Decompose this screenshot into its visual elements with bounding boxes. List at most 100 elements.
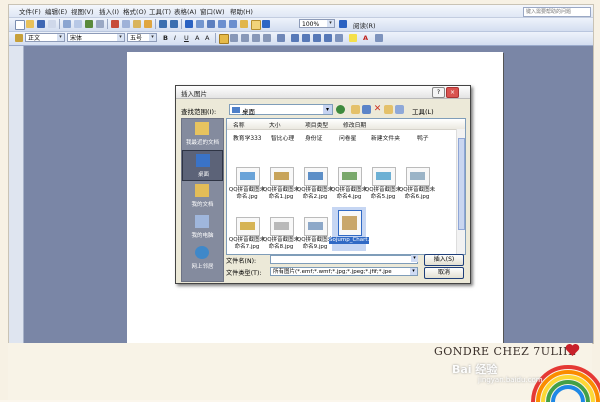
- menu-window[interactable]: 窗口(W): [200, 6, 225, 16]
- bullets-icon[interactable]: [302, 34, 310, 42]
- format-painter-icon[interactable]: [144, 20, 152, 28]
- cut-icon[interactable]: [111, 20, 119, 28]
- insert-excel-icon[interactable]: [218, 20, 226, 28]
- research-icon[interactable]: [96, 20, 104, 28]
- tables-borders-icon[interactable]: [196, 20, 204, 28]
- bold-icon[interactable]: B: [163, 34, 168, 42]
- column-header-date[interactable]: 修改日期: [343, 120, 366, 129]
- lookin-combo[interactable]: 桌面 ▾: [229, 104, 333, 116]
- columns-icon[interactable]: [229, 20, 237, 28]
- redo-icon[interactable]: [170, 20, 178, 28]
- menu-view[interactable]: 视图(V): [71, 6, 94, 16]
- hyperlink-icon[interactable]: [185, 20, 193, 28]
- menu-insert[interactable]: 插入(I): [99, 6, 119, 16]
- char-border-icon[interactable]: A: [195, 34, 199, 42]
- column-header-type[interactable]: 项目类型: [305, 120, 328, 129]
- menu-edit[interactable]: 编辑(E): [45, 6, 67, 16]
- help-icon[interactable]: [339, 20, 347, 28]
- back-icon[interactable]: [336, 105, 345, 114]
- up-folder-icon[interactable]: [351, 105, 360, 114]
- help-icon[interactable]: ?: [432, 87, 445, 98]
- chevron-down-icon[interactable]: ▾: [323, 105, 332, 114]
- print-icon[interactable]: [63, 20, 71, 28]
- show-hide-icon[interactable]: [262, 20, 270, 28]
- file-list[interactable]: 名称 大小 项目类型 修改日期 教育学333 智比心理 身份证 问卷星 新建文件…: [226, 118, 466, 255]
- undo-icon[interactable]: [159, 20, 167, 28]
- folder-item[interactable]: 身份证: [305, 133, 322, 142]
- scrollbar-thumb[interactable]: [458, 138, 465, 230]
- dialog-titlebar[interactable]: 插入图片 ? ×: [176, 86, 470, 99]
- align-left-icon[interactable]: [219, 34, 229, 44]
- chevron-down-icon[interactable]: ▾: [410, 268, 417, 275]
- align-right-icon[interactable]: [241, 34, 249, 42]
- zoom-combo[interactable]: 100% ▾: [299, 19, 335, 28]
- paste-icon[interactable]: [133, 20, 141, 28]
- increase-indent-icon[interactable]: [324, 34, 332, 42]
- tools-menu[interactable]: 工具(L): [412, 106, 434, 116]
- new-icon[interactable]: [15, 20, 25, 30]
- folder-item[interactable]: 鸭子: [417, 133, 429, 142]
- style-combo[interactable]: 正文 ▾: [25, 33, 65, 42]
- chevron-down-icon[interactable]: ▾: [117, 34, 124, 41]
- styles-icon[interactable]: [15, 34, 23, 42]
- folder-item[interactable]: 智比心理: [271, 133, 294, 142]
- spelling-icon[interactable]: [85, 20, 93, 28]
- permission-icon[interactable]: [48, 20, 56, 28]
- menu-tools[interactable]: 工具(T): [149, 6, 171, 16]
- align-center-icon[interactable]: [230, 34, 238, 42]
- read-mode-button[interactable]: 阅读(R): [353, 20, 376, 30]
- copy-icon[interactable]: [122, 20, 130, 28]
- column-header-name[interactable]: 名称: [233, 120, 245, 129]
- font-size-combo[interactable]: 五号 ▾: [127, 33, 157, 42]
- line-spacing-icon[interactable]: [277, 34, 285, 42]
- place-network[interactable]: 网上邻居: [182, 243, 223, 274]
- place-recent[interactable]: 我最近的文档: [182, 119, 223, 150]
- cancel-button[interactable]: 取消: [424, 267, 464, 279]
- filetype-select[interactable]: 所有图片(*.emf;*.wmf;*.jpg;*.jpeg;*.jfif;*.j…: [270, 267, 418, 276]
- views-icon[interactable]: [395, 105, 404, 114]
- menu-table[interactable]: 表格(A): [174, 6, 197, 16]
- highlight-icon[interactable]: [349, 34, 357, 42]
- font-color-icon[interactable]: A: [363, 34, 368, 42]
- insert-table-icon[interactable]: [207, 20, 215, 28]
- vertical-scrollbar[interactable]: [456, 129, 465, 254]
- filename-input[interactable]: [270, 255, 418, 264]
- distributed-icon[interactable]: [263, 34, 271, 42]
- menu-help[interactable]: 帮助(H): [230, 6, 253, 16]
- my-documents-icon: [195, 184, 209, 197]
- place-my-computer[interactable]: 我的电脑: [182, 212, 223, 243]
- insert-button[interactable]: 插入(S): [424, 254, 464, 266]
- numbering-icon[interactable]: [291, 34, 299, 42]
- place-desktop[interactable]: 桌面: [182, 150, 223, 181]
- search-web-icon[interactable]: [362, 105, 371, 114]
- menu-file[interactable]: 文件(F): [19, 6, 41, 16]
- chevron-down-icon[interactable]: ▾: [149, 34, 156, 41]
- italic-icon[interactable]: I: [174, 34, 176, 42]
- file-item-selected[interactable]: Sojump_Chart.jpg: [329, 207, 378, 251]
- border-icon[interactable]: [335, 34, 343, 42]
- save-icon[interactable]: [37, 20, 45, 28]
- document-map-icon[interactable]: [251, 20, 261, 30]
- preview-icon[interactable]: [74, 20, 82, 28]
- menu-format[interactable]: 格式(O): [123, 6, 146, 16]
- justify-icon[interactable]: [252, 34, 260, 42]
- folder-item[interactable]: 新建文件夹: [371, 133, 400, 142]
- new-folder-icon[interactable]: [384, 105, 393, 114]
- font-combo[interactable]: 宋体 ▾: [67, 33, 125, 42]
- phonetic-icon[interactable]: [375, 34, 383, 42]
- delete-icon[interactable]: ✕: [373, 105, 382, 114]
- underline-icon[interactable]: U: [184, 34, 189, 42]
- place-my-documents[interactable]: 我的文档: [182, 181, 223, 212]
- open-icon[interactable]: [26, 20, 34, 28]
- folder-item[interactable]: 教育学333: [233, 133, 261, 142]
- chevron-down-icon[interactable]: ▾: [327, 20, 334, 27]
- column-header-size[interactable]: 大小: [269, 120, 281, 129]
- folder-item[interactable]: 问卷星: [339, 133, 356, 142]
- char-shading-icon[interactable]: A: [205, 34, 209, 42]
- decrease-indent-icon[interactable]: [313, 34, 321, 42]
- drawing-icon[interactable]: [240, 20, 248, 28]
- help-question-box[interactable]: 键入需要帮助的问题: [523, 7, 591, 17]
- chevron-down-icon[interactable]: ▾: [57, 34, 64, 41]
- chevron-down-icon[interactable]: ▾: [409, 255, 418, 264]
- close-icon[interactable]: ×: [446, 87, 459, 98]
